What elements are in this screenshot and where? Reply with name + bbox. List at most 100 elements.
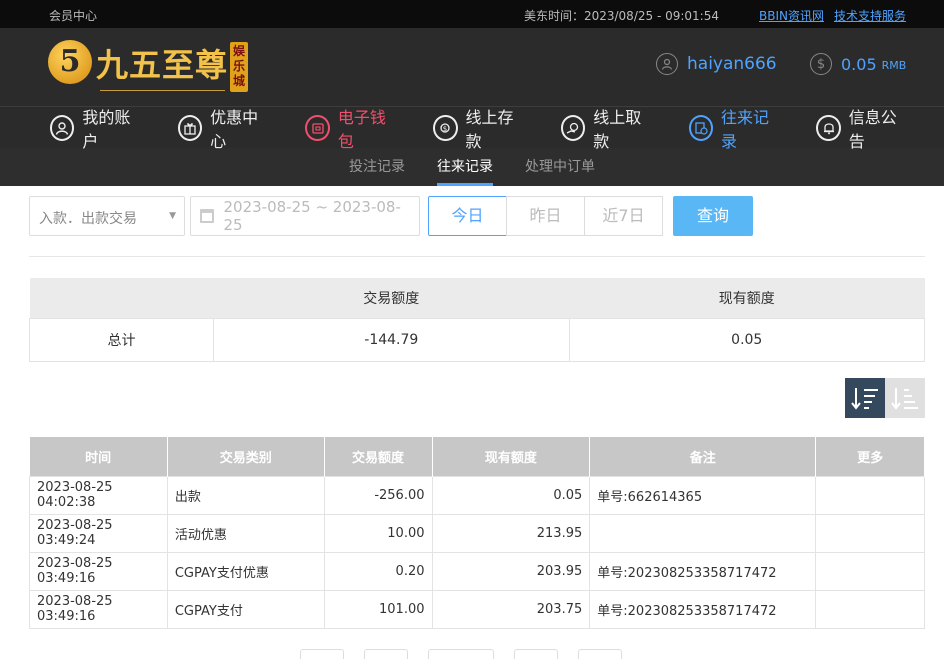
- sub-nav: 投注记录 往来记录 处理中订单: [0, 148, 944, 186]
- range-7days-button[interactable]: 近7日: [584, 196, 663, 236]
- nav-online-deposit[interactable]: $ 线上存款: [433, 104, 525, 152]
- nav-promotions[interactable]: 优惠中心: [177, 104, 270, 152]
- nav-my-account[interactable]: 我的账户: [50, 104, 142, 152]
- sort-desc-button[interactable]: [845, 378, 885, 418]
- cell-type: 出款: [166, 475, 325, 515]
- top-bar: 会员中心 美东时间：2023/08/25 - 09:01:54 BBIN资讯网 …: [0, 0, 944, 28]
- page-button[interactable]: [514, 649, 558, 659]
- cell-time: 2023-08-25 03:49:16: [29, 589, 168, 629]
- cell-time: 2023-08-25 03:49:16: [29, 551, 168, 591]
- cell-time: 2023-08-25 04:02:38: [29, 475, 168, 515]
- summary-total-label: 总计: [28, 317, 215, 362]
- logo-ornament: [100, 83, 225, 91]
- date-range-input[interactable]: 2023-08-25 ~ 2023-08-25: [190, 196, 420, 236]
- chevron-down-icon: ▼: [169, 211, 176, 221]
- logo-name: 九五至尊: [96, 46, 229, 84]
- nav-announcements[interactable]: 信息公告: [816, 104, 908, 152]
- wallet-icon: [305, 114, 330, 141]
- nav-label: 往来记录: [720, 107, 769, 151]
- summary-header: 现有额度: [569, 278, 925, 318]
- cell-amount: -256.00: [323, 475, 433, 515]
- summary-current-balance: 0.05: [568, 317, 926, 362]
- column-header-time: 时间: [29, 437, 168, 476]
- tech-support-link[interactable]: 技术支持服务: [834, 7, 906, 24]
- date-range-value: 2023-08-25 ~ 2023-08-25: [223, 198, 401, 234]
- cell-amount: 10.00: [323, 513, 433, 553]
- transaction-type-select[interactable]: 入款．出款交易 ▼: [29, 196, 185, 236]
- user-icon: [50, 114, 75, 141]
- page-button[interactable]: [300, 649, 344, 659]
- cell-more[interactable]: [815, 589, 925, 629]
- cell-balance: 203.95: [431, 551, 591, 591]
- cell-amount: 101.00: [323, 589, 433, 629]
- summary-total-amount: -144.79: [213, 317, 570, 362]
- table-row: 2023-08-25 03:49:16 CGPAY支付优惠 0.20 203.9…: [29, 551, 925, 591]
- nav-online-withdraw[interactable]: 线上取款: [560, 104, 653, 152]
- column-header-note: 备注: [589, 437, 817, 476]
- svg-text:$: $: [443, 125, 447, 133]
- sort-asc-button[interactable]: [885, 378, 925, 418]
- records-icon: [688, 114, 713, 141]
- nav-label: 我的账户: [82, 107, 131, 151]
- cell-balance: 213.95: [431, 513, 591, 553]
- column-header-balance: 现有额度: [432, 437, 591, 476]
- sort-buttons: [845, 378, 925, 418]
- nav-label: 电子钱包: [337, 107, 386, 151]
- cell-amount: 0.20: [323, 551, 433, 591]
- cell-note: 单号:202308253358717472: [589, 551, 817, 591]
- summary-header: [29, 278, 214, 318]
- table-row: 2023-08-25 04:02:38 出款 -256.00 0.05 单号:6…: [29, 475, 925, 515]
- cell-balance: 203.75: [431, 589, 591, 629]
- tab-pending-orders[interactable]: 处理中订单: [525, 148, 595, 186]
- cell-more[interactable]: [815, 513, 925, 553]
- header: 5 九五至尊 娱乐城 haiyan666 $ 0.05 RMB: [0, 28, 944, 106]
- dollar-icon: $: [810, 53, 832, 75]
- bbin-news-link[interactable]: BBIN资讯网: [759, 7, 824, 24]
- withdraw-icon: [560, 114, 586, 141]
- cell-note: 单号:202308253358717472: [589, 589, 817, 629]
- range-today-button[interactable]: 今日: [428, 196, 507, 236]
- cell-time: 2023-08-25 03:49:24: [29, 513, 168, 553]
- nav-label: 线上存款: [465, 107, 514, 151]
- site-logo[interactable]: 5 九五至尊 娱乐城: [48, 38, 248, 96]
- balance-info: $ 0.05 RMB: [810, 53, 906, 75]
- sort-desc-icon: [851, 388, 878, 410]
- gift-icon: [177, 114, 203, 141]
- sort-asc-icon: [891, 388, 918, 410]
- cell-more[interactable]: [815, 551, 925, 591]
- username: haiyan666: [687, 54, 777, 74]
- column-header-amount: 交易额度: [324, 437, 433, 476]
- transaction-type-value: 入款．出款交易: [39, 211, 137, 227]
- summary-table: 交易额度 现有额度 总计 -144.79 0.05: [28, 278, 926, 362]
- calendar-icon: [200, 209, 214, 223]
- column-header-type: 交易类别: [167, 437, 325, 476]
- table-row: 2023-08-25 03:49:24 活动优惠 10.00 213.95: [29, 513, 925, 553]
- balance-currency: RMB: [881, 59, 907, 72]
- pagination: [300, 649, 622, 659]
- range-yesterday-button[interactable]: 昨日: [506, 196, 585, 236]
- cell-balance: 0.05: [431, 475, 591, 515]
- member-center-link[interactable]: 会员中心: [49, 7, 97, 24]
- cell-type: CGPAY支付: [166, 589, 325, 629]
- cell-note: 单号:662614365: [589, 475, 817, 515]
- query-button[interactable]: 查询: [673, 196, 753, 236]
- tab-bet-records[interactable]: 投注记录: [349, 148, 405, 186]
- page-button[interactable]: [428, 649, 494, 659]
- nav-e-wallet[interactable]: 电子钱包: [305, 104, 397, 152]
- column-header-more: 更多: [815, 437, 925, 476]
- filter-bar: 入款．出款交易 ▼ 2023-08-25 ~ 2023-08-25 今日 昨日 …: [29, 196, 753, 238]
- user-info[interactable]: haiyan666: [656, 53, 777, 75]
- bell-icon: [816, 114, 841, 141]
- nav-transaction-records[interactable]: 往来记录: [688, 104, 781, 152]
- tab-transaction-records[interactable]: 往来记录: [437, 148, 493, 186]
- cell-note: [589, 513, 817, 553]
- deposit-icon: $: [433, 114, 458, 141]
- nav-label: 线上取款: [593, 107, 642, 151]
- cell-more[interactable]: [815, 475, 925, 515]
- user-icon: [656, 53, 678, 75]
- page-button[interactable]: [578, 649, 622, 659]
- divider: [29, 256, 925, 257]
- page-button[interactable]: [364, 649, 408, 659]
- logo-tag: 娱乐城: [230, 42, 248, 92]
- logo-mark: 5: [48, 40, 92, 84]
